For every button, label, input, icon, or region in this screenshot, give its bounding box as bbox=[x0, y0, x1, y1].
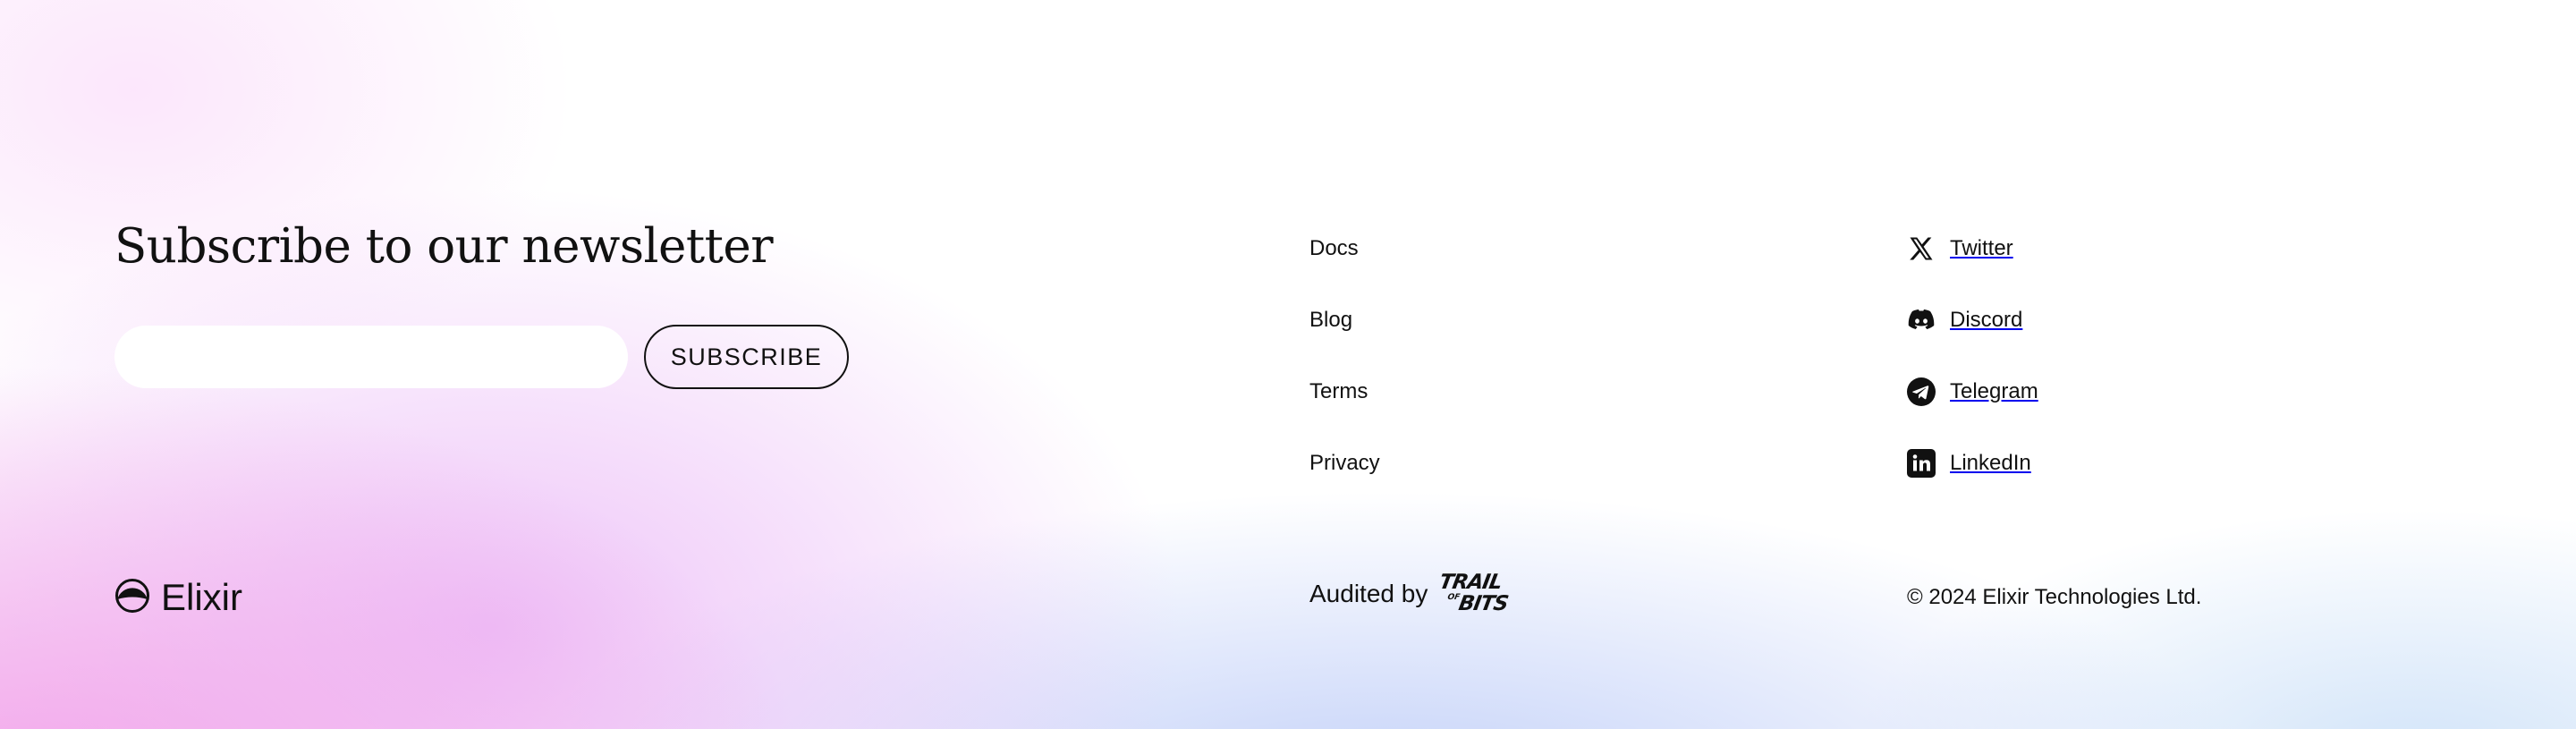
social-link-discord[interactable]: Discord bbox=[1907, 302, 2022, 338]
nav-link-privacy[interactable]: Privacy bbox=[1309, 451, 1380, 476]
svg-text:TRAIL: TRAIL bbox=[1440, 570, 1504, 594]
svg-text:BITS: BITS bbox=[1457, 591, 1510, 614]
nav-link-blog[interactable]: Blog bbox=[1309, 308, 1352, 333]
social-label-twitter: Twitter bbox=[1950, 236, 2013, 260]
discord-icon bbox=[1907, 306, 1936, 335]
elixir-logo-icon bbox=[114, 578, 150, 618]
social-label-discord: Discord bbox=[1950, 308, 2023, 332]
newsletter-title: Subscribe to our newsletter bbox=[114, 219, 774, 274]
nav-link-docs[interactable]: Docs bbox=[1309, 236, 1359, 261]
audited-by-label: Audited by bbox=[1309, 579, 1428, 607]
nav-link-terms[interactable]: Terms bbox=[1309, 379, 1368, 404]
trail-of-bits-logo[interactable]: TRAIL OF BITS bbox=[1437, 569, 1513, 618]
copyright-text: © 2024 Elixir Technologies Ltd. bbox=[1907, 585, 2202, 609]
subscribe-button[interactable]: SUBSCRIBE bbox=[644, 325, 849, 389]
social-link-linkedin[interactable]: LinkedIn bbox=[1907, 445, 2031, 481]
linkedin-icon bbox=[1907, 449, 1936, 478]
social-label-telegram: Telegram bbox=[1950, 379, 2038, 403]
telegram-icon bbox=[1907, 377, 1936, 406]
social-link-twitter[interactable]: Twitter bbox=[1907, 231, 2013, 267]
email-input[interactable] bbox=[114, 326, 628, 388]
elixir-logo[interactable]: Elixir bbox=[114, 576, 242, 619]
x-twitter-icon bbox=[1907, 234, 1936, 263]
brand-name: Elixir bbox=[161, 576, 242, 618]
audit-badge: Audited by TRAIL OF BITS bbox=[1309, 569, 1513, 618]
social-label-linkedin: LinkedIn bbox=[1950, 451, 2031, 475]
social-link-telegram[interactable]: Telegram bbox=[1907, 374, 2038, 410]
